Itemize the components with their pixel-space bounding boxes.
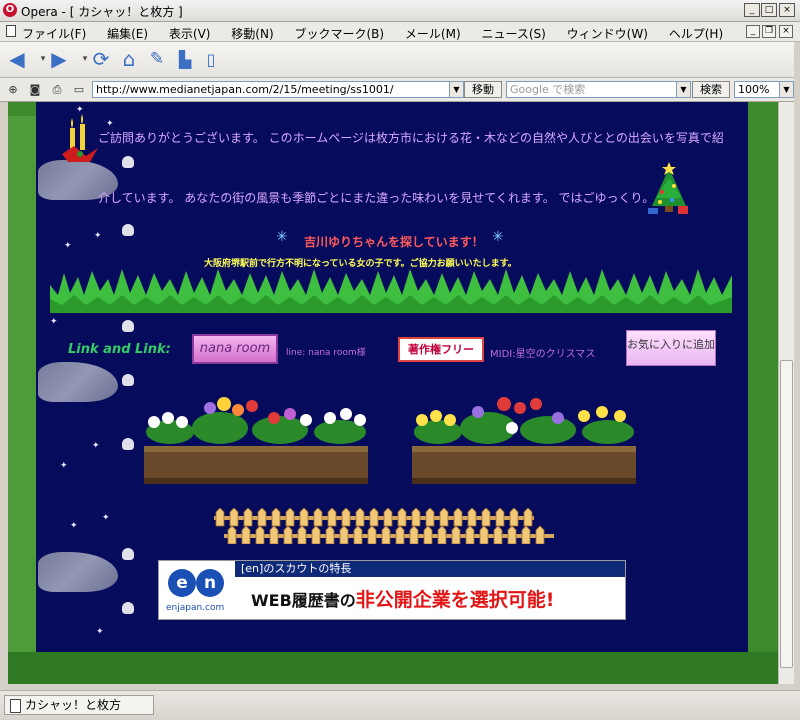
address-dropdown-button[interactable]: ▼ — [449, 81, 464, 98]
zoom-select[interactable]: 100% — [734, 81, 782, 98]
vertical-scrollbar[interactable] — [778, 102, 794, 684]
menu-navigate[interactable]: 移動(N) — [231, 27, 273, 41]
back-arrow-icon[interactable]: ◀ — [4, 46, 30, 72]
candle-decoration-image — [62, 114, 98, 162]
menu-news[interactable]: ニュース(S) — [481, 27, 545, 41]
en-logo-e: e — [168, 569, 196, 597]
window-left-edge — [0, 102, 8, 684]
bell-icon — [122, 438, 134, 450]
star-icon: ✦ — [92, 441, 100, 451]
page-content: ✦ ✦ ✦ ✦ ✦ ✦ ✦ ✦ ✦ ✦ ✦ — [36, 102, 748, 652]
search-input[interactable]: Google で検索 — [506, 81, 691, 98]
status-text: カシャッ！と枚方 — [4, 695, 154, 715]
mdi-restore-button[interactable]: ❐ — [762, 25, 776, 38]
star-icon: ✦ — [64, 241, 72, 251]
banner-header: [en]のスカウトの特長 — [235, 561, 625, 577]
bell-icon — [122, 320, 134, 332]
address-input[interactable]: http://www.medianetjapan.com/2/15/meetin… — [92, 81, 464, 98]
menu-window[interactable]: ウィンドウ(W) — [567, 27, 648, 41]
navigation-bar: ◀ ▾ ▶ ▾ ⟳ ⌂ ✎ ▙ ▯ — [0, 42, 800, 78]
nana-room-link-button[interactable]: nana room — [192, 334, 278, 364]
forward-arrow-icon[interactable]: ▶ — [46, 46, 72, 72]
nana-room-credit-link[interactable]: line: nana room様 — [286, 345, 366, 358]
enjapan-logo: e n enjapan.com — [162, 565, 234, 617]
picket-fence-image — [214, 508, 554, 544]
print-small-icon[interactable]: ⎙ — [50, 83, 64, 97]
reload-icon[interactable]: ⟳ — [88, 46, 114, 72]
bell-icon — [122, 548, 134, 560]
menu-view[interactable]: 表示(V) — [169, 27, 211, 41]
menu-edit[interactable]: 編集(E) — [107, 27, 148, 41]
home-icon[interactable]: ⌂ — [116, 46, 142, 72]
page-small-icon[interactable]: ▭ — [72, 83, 86, 97]
window-right-edge — [794, 42, 800, 702]
en-logo-n: n — [196, 569, 224, 597]
mdi-minimize-button[interactable]: _ — [746, 25, 760, 38]
banner-tagline-highlight: 非公開企業を選択可能! — [355, 589, 555, 611]
menu-mail[interactable]: メール(M) — [405, 27, 461, 41]
reindeer-sled-image — [38, 362, 118, 402]
intro-text-line-1: ご訪問ありがとうございます。 このホームページは枚方市における花・木などの自然や… — [98, 131, 724, 145]
link-section-label: Link and Link: — [68, 342, 171, 357]
star-icon: ✦ — [106, 119, 114, 129]
flower-planter-image — [412, 397, 636, 484]
star-icon: ✦ — [70, 521, 78, 531]
banner-tagline: WEB履歴書の非公開企業を選択可能! — [251, 585, 554, 612]
search-button[interactable]: 検索 — [692, 81, 730, 98]
window-titlebar: O Opera - [ カシャッ！と枚方 ] _ □ × — [0, 0, 800, 22]
lock-icon[interactable]: ⊕ — [6, 83, 20, 97]
flower-planter-image — [144, 397, 368, 484]
page-frame-right — [748, 102, 778, 684]
menu-help[interactable]: ヘルプ(H) — [669, 27, 723, 41]
minimize-button[interactable]: _ — [744, 3, 760, 17]
scrollbar-thumb[interactable] — [780, 360, 793, 668]
menu-items: ファイル(F) 編集(E) 表示(V) 移動(N) ブックマーク(B) メール(… — [22, 25, 740, 42]
zoom-dropdown-button[interactable]: ▼ — [779, 81, 794, 98]
banner-tagline-prefix: WEB履歴書の — [251, 591, 356, 610]
grass-divider-image — [50, 269, 732, 313]
print-icon[interactable]: ▙ — [172, 46, 198, 72]
bell-icon — [122, 156, 134, 168]
close-button[interactable]: × — [779, 3, 795, 17]
page-icon[interactable]: ▯ — [198, 46, 224, 72]
hotlist-icon[interactable]: ✎ — [144, 46, 170, 72]
window-title: Opera - [ カシャッ！と枚方 ] — [21, 5, 183, 19]
reindeer-sled-image — [38, 552, 118, 592]
snowflake-icon: ✳ — [276, 229, 288, 245]
midi-credit-link[interactable]: MIDI:星空のクリスマス — [490, 345, 595, 360]
bell-icon — [122, 602, 134, 614]
camera-icon[interactable]: ◙ — [28, 83, 42, 97]
intro-text-line-2: 介しています。 あなたの街の風景も季節ごとにまた違った味わいを見せてくれます。 … — [98, 191, 655, 205]
star-icon: ✦ — [96, 627, 104, 637]
page-viewport: ✦ ✦ ✦ ✦ ✦ ✦ ✦ ✦ ✦ ✦ ✦ — [8, 102, 778, 684]
enjapan-url: enjapan.com — [166, 603, 225, 613]
star-icon: ✦ — [50, 317, 58, 327]
copyright-free-button[interactable]: 著作権フリー — [398, 337, 484, 362]
enjapan-banner-ad[interactable]: e n enjapan.com [en]のスカウトの特長 WEB履歴書の非公開企… — [158, 560, 626, 620]
missing-child-title[interactable]: 吉川ゆりちゃんを探しています！ — [304, 233, 484, 250]
snowflake-icon: ✳ — [492, 229, 504, 245]
christmas-sled-strip: ✦ ✦ ✦ ✦ ✦ ✦ ✦ ✦ ✦ ✦ ✦ — [36, 102, 136, 652]
star-icon: ✦ — [94, 231, 102, 241]
maximize-button[interactable]: □ — [761, 3, 777, 17]
menu-bar: ファイル(F) 編集(E) 表示(V) 移動(N) ブックマーク(B) メール(… — [0, 22, 800, 42]
status-bar: カシャッ！と枚方 — [0, 690, 800, 720]
page-frame-bottom — [8, 652, 778, 684]
bell-icon — [122, 374, 134, 386]
search-engine-dropdown[interactable]: ▼ — [676, 81, 691, 98]
star-icon: ✦ — [102, 513, 110, 523]
document-icon — [6, 25, 16, 37]
menu-file[interactable]: ファイル(F) — [22, 27, 86, 41]
mdi-close-button[interactable]: × — [779, 25, 793, 38]
bell-icon — [122, 224, 134, 236]
star-icon: ✦ — [60, 461, 68, 471]
go-button[interactable]: 移動 — [464, 81, 502, 98]
opera-logo-icon: O — [3, 3, 17, 17]
christmas-tree-image — [648, 162, 688, 214]
add-favorite-button[interactable]: お気に入りに追加 — [626, 330, 716, 366]
address-bar: ⊕ ◙ ⎙ ▭ http://www.medianetjapan.com/2/1… — [0, 78, 800, 102]
menu-bookmarks[interactable]: ブックマーク(B) — [294, 27, 384, 41]
